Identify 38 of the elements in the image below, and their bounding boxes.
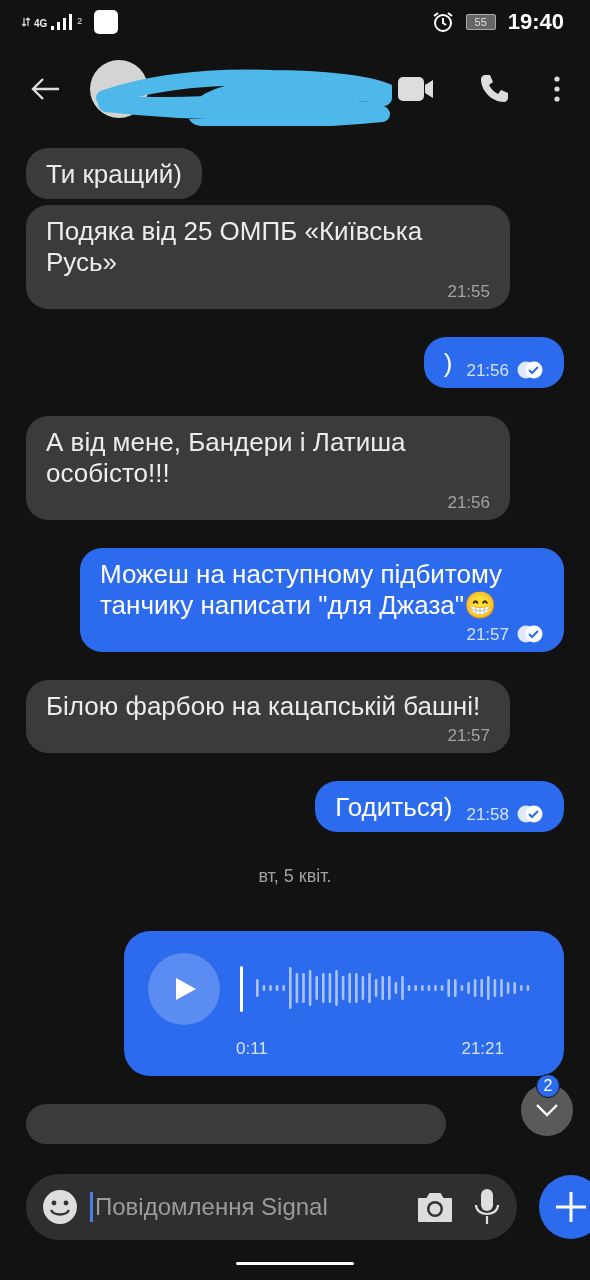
emoji-icon[interactable]	[42, 1189, 78, 1225]
message-text: Годиться)	[335, 792, 453, 824]
date-divider: вт, 5 квіт.	[258, 866, 332, 887]
message-text: А від мене, Бандери і Латиша особісто!!!	[46, 427, 407, 490]
video-call-icon[interactable]	[398, 76, 434, 102]
message-time: 21:56	[466, 359, 509, 382]
message-time: 21:57	[466, 623, 509, 646]
camera-icon[interactable]	[417, 1191, 453, 1223]
message-composer-field[interactable]: Повідомлення Signal	[26, 1174, 517, 1240]
message-text: Білою фарбою на кацапській башні!	[46, 691, 481, 723]
back-icon[interactable]	[30, 77, 60, 101]
plus-icon	[556, 1192, 586, 1222]
message-time: 21:58	[466, 803, 509, 826]
play-icon	[176, 978, 196, 1000]
attach-button[interactable]	[539, 1175, 590, 1239]
message-text: )	[443, 348, 453, 380]
battery-icon: 55	[465, 14, 496, 30]
message-text: Можеш на наступному підбитому танчику написати "для Джаза"😁	[100, 559, 504, 622]
message-time: 21:21	[461, 1038, 504, 1060]
network-type: 4G	[34, 18, 48, 29]
chevron-down-icon	[535, 1103, 559, 1117]
notification-icon	[94, 10, 119, 34]
signal-icon	[51, 13, 74, 31]
message-time: 21:57	[447, 724, 490, 747]
message-input[interactable]: Повідомлення Signal	[90, 1192, 405, 1222]
message-time: 21:56	[447, 491, 490, 514]
microphone-icon[interactable]	[473, 1189, 501, 1225]
message-text: Ти кращий)	[46, 159, 182, 191]
phone-icon[interactable]	[478, 73, 510, 105]
data-arrows-icon	[22, 16, 30, 28]
unread-count-badge: 2	[536, 1074, 560, 1098]
alarm-icon	[431, 11, 454, 33]
voice-duration: 0:11	[236, 1038, 268, 1060]
message-time: 21:55	[447, 280, 490, 303]
status-time: 19:40	[507, 9, 564, 35]
more-icon[interactable]	[554, 76, 560, 102]
message-text: Подяка від 25 ОМПБ «Київська Русь»	[46, 216, 424, 279]
sim-number: 2	[77, 16, 83, 26]
